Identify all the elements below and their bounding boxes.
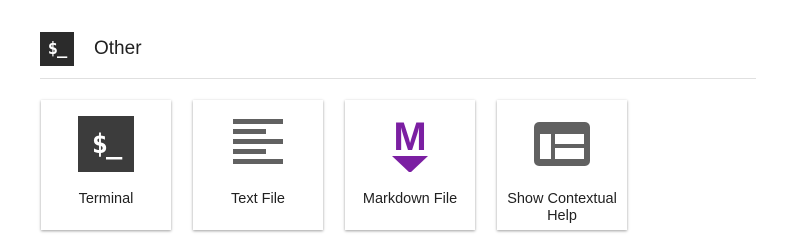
card-label: Text File xyxy=(231,191,285,207)
card-label: Terminal xyxy=(78,191,134,207)
terminal-icon: $_ xyxy=(78,116,134,172)
launcher-section-other: $_ Other $_ Terminal Text File M Markdow… xyxy=(0,0,800,252)
terminal-icon: $_ xyxy=(40,32,74,66)
text-file-card[interactable]: Text File xyxy=(193,100,323,230)
markdown-icon: M xyxy=(382,115,438,173)
section-divider xyxy=(40,78,756,79)
card-label: Show Contextual Help xyxy=(507,191,617,224)
section-icon-glyph: $_ xyxy=(47,39,68,59)
text-file-icon xyxy=(230,116,286,172)
terminal-card[interactable]: $_ Terminal xyxy=(41,100,171,230)
markdown-file-card[interactable]: M Markdown File xyxy=(345,100,475,230)
contextual-help-icon xyxy=(534,116,590,172)
card-label: Markdown File xyxy=(362,191,458,207)
section-header: $_ Other xyxy=(40,32,142,66)
section-title: Other xyxy=(94,38,142,59)
show-contextual-help-card[interactable]: Show Contextual Help xyxy=(497,100,627,230)
terminal-icon-glyph: $_ xyxy=(91,128,122,160)
markdown-icon-glyph: M xyxy=(393,116,426,159)
